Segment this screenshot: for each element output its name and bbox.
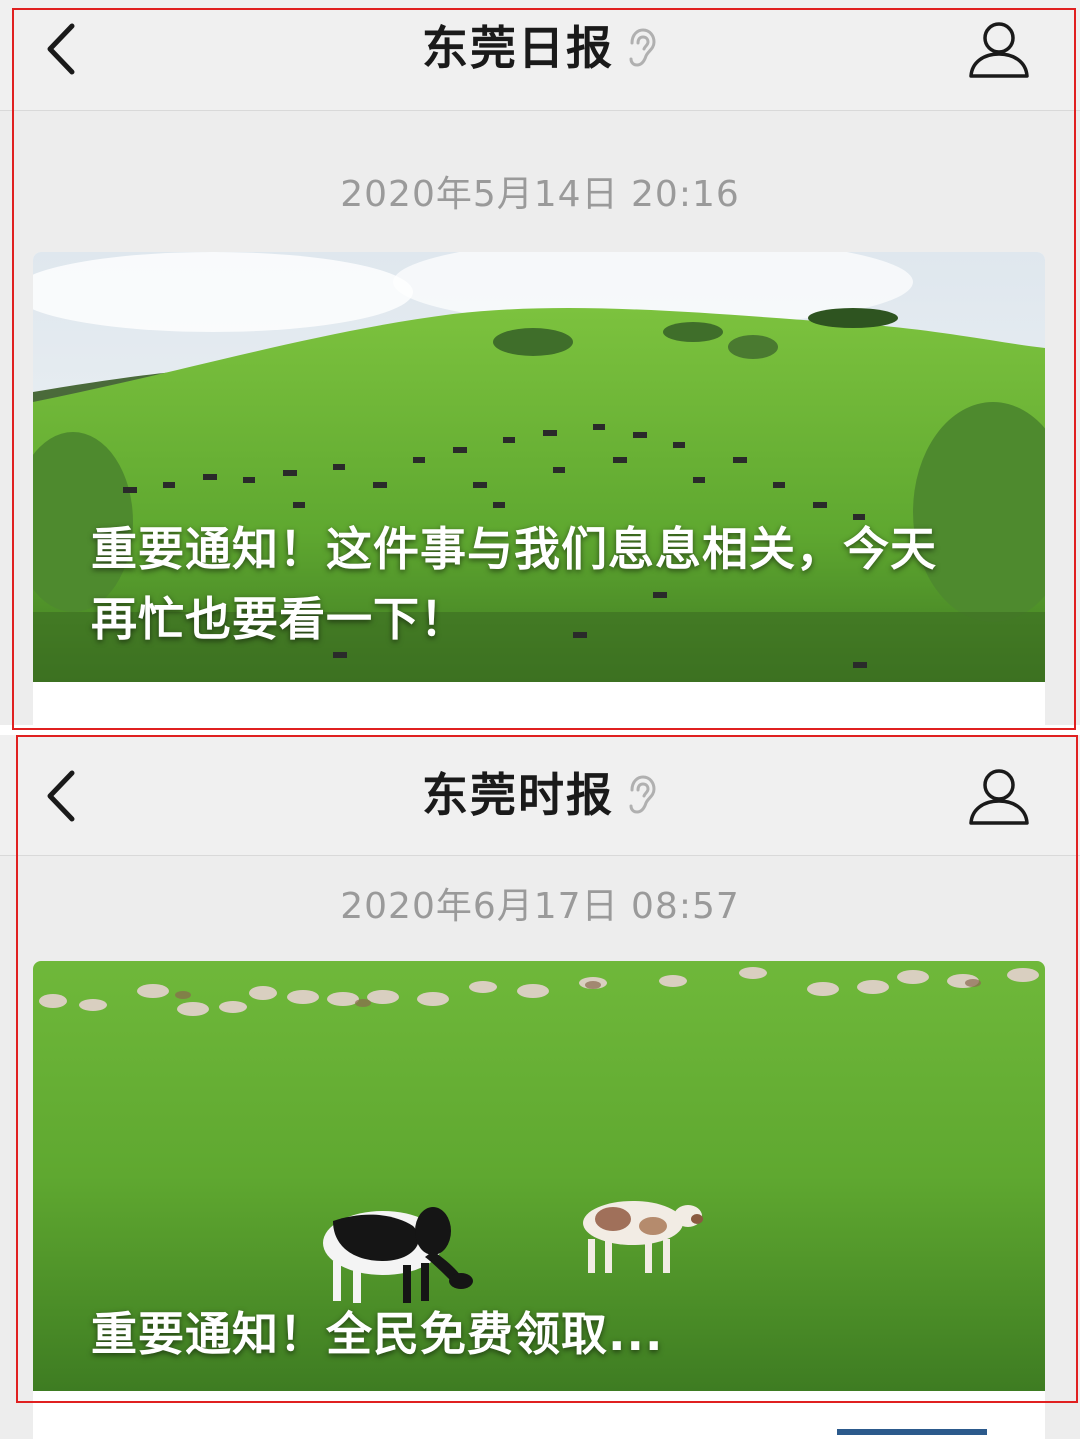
screenshot-collage: 东莞日报 2020年5月14日 20:16 重要通知！这件事与我们息息相关，今天… (0, 0, 1080, 1439)
card-footer (33, 682, 1045, 725)
profile-button[interactable] (966, 763, 1032, 829)
article-cover-image[interactable]: 重要通知！全民免费领取... (33, 961, 1045, 1391)
nav-bar: 东莞时报 (0, 735, 1080, 856)
card-footer (33, 1391, 1045, 1439)
user-outline-icon (969, 769, 1029, 825)
ear-icon[interactable] (624, 774, 658, 816)
article-card[interactable]: 重要通知！全民免费领取... (33, 961, 1045, 1439)
account-name[interactable]: 东莞日报 (422, 18, 614, 78)
article-title: 重要通知！这件事与我们息息相关，今天再忙也要看一下！ (91, 522, 937, 646)
account-name[interactable]: 东莞时报 (422, 765, 614, 825)
article-cover-image[interactable]: 重要通知！这件事与我们息息相关，今天再忙也要看一下！ (33, 252, 1045, 682)
nav-title-group: 东莞时报 (0, 765, 1080, 825)
article-screen-1: 东莞日报 2020年5月14日 20:16 重要通知！这件事与我们息息相关，今天… (0, 0, 1080, 725)
article-screen-2: 东莞时报 2020年6月17日 08:57 重要通知！全民免费领取... (0, 735, 1080, 1439)
nav-bar: 东莞日报 (0, 0, 1080, 111)
footer-accent-bar (837, 1429, 987, 1435)
ear-icon[interactable] (624, 27, 658, 69)
message-timestamp: 2020年5月14日 20:16 (340, 174, 740, 215)
article-title: 重要通知！全民免费领取... (91, 1307, 664, 1361)
article-card[interactable]: 重要通知！这件事与我们息息相关，今天再忙也要看一下！ (33, 252, 1045, 725)
nav-title-group: 东莞日报 (0, 18, 1080, 78)
message-timestamp: 2020年6月17日 08:57 (340, 886, 740, 927)
user-outline-icon (969, 22, 1029, 78)
profile-button[interactable] (966, 16, 1032, 82)
